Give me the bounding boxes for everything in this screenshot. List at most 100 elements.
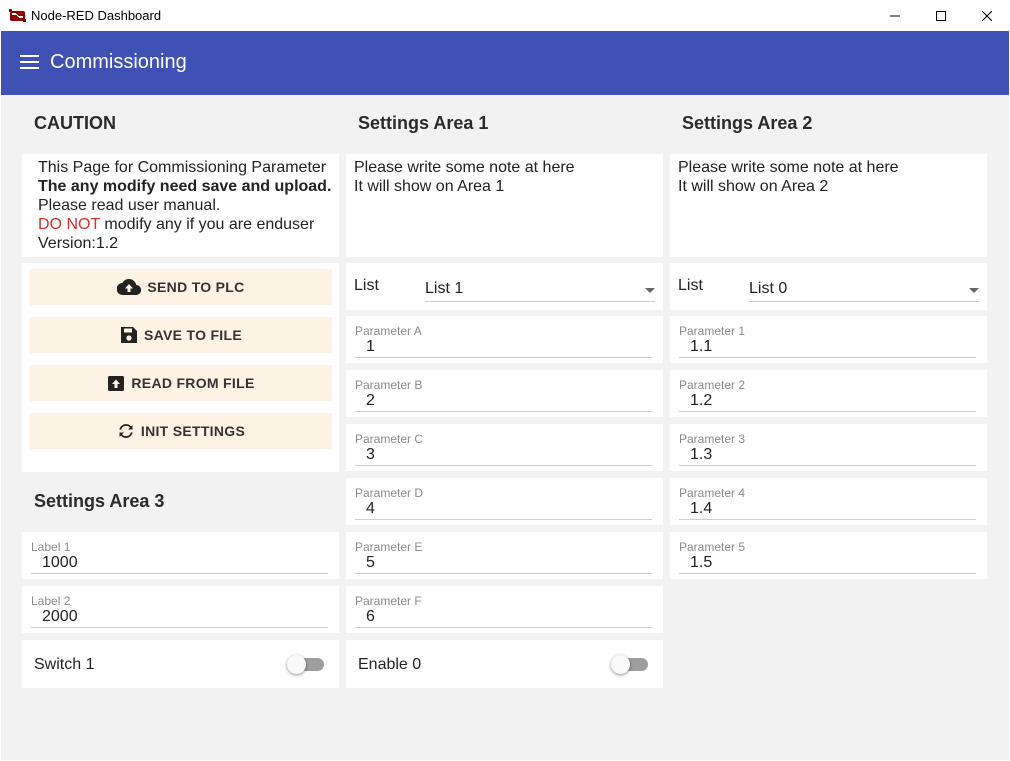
node-red-logo-icon bbox=[9, 9, 26, 22]
area-1-list-value[interactable]: List 1 bbox=[425, 280, 463, 298]
area-2-note: Please write some note at here It will s… bbox=[670, 154, 987, 196]
parameter-field[interactable]: Parameter A1 bbox=[346, 316, 663, 363]
parameter-label: Parameter 1 bbox=[679, 324, 746, 338]
parameter-label: Parameter F bbox=[355, 594, 422, 608]
settings-area-2-title: Settings Area 2 bbox=[682, 113, 813, 133]
parameter-value[interactable]: 1.2 bbox=[690, 392, 712, 410]
label-1-field[interactable]: Label 1 1000 bbox=[22, 532, 339, 579]
dashboard-toolbar: Commissioning bbox=[1, 31, 1009, 95]
area-1-list-underline bbox=[425, 301, 655, 302]
caution-line-1: This Page for Commissioning Parameter bbox=[38, 159, 327, 176]
area-2-list-dropdown[interactable]: List List 0 bbox=[670, 263, 987, 310]
init-settings-button[interactable]: INIT SETTINGS bbox=[30, 413, 332, 449]
cloud-upload-icon bbox=[117, 278, 142, 296]
label-2-value[interactable]: 2000 bbox=[42, 608, 78, 626]
minimize-icon bbox=[890, 15, 900, 16]
hamburger-menu-icon[interactable] bbox=[20, 55, 39, 71]
save-to-file-button[interactable]: SAVE TO FILE bbox=[30, 317, 332, 353]
label-1-value[interactable]: 1000 bbox=[42, 554, 78, 572]
save-floppy-icon bbox=[121, 327, 137, 343]
close-button[interactable] bbox=[964, 0, 1010, 31]
parameter-value[interactable]: 1.3 bbox=[690, 446, 712, 464]
enable-0-row: Enable 0 bbox=[346, 640, 663, 688]
parameter-field[interactable]: Parameter E5 bbox=[346, 532, 663, 579]
dropdown-arrow-icon[interactable] bbox=[645, 288, 655, 293]
settings-area-1-title: Settings Area 1 bbox=[358, 113, 489, 133]
area-1-note: Please write some note at here It will s… bbox=[346, 154, 663, 196]
label-2-field[interactable]: Label 2 2000 bbox=[22, 586, 339, 633]
dashboard-content: CAUTION This Page for Commissioning Para… bbox=[1, 95, 1009, 760]
parameter-underline bbox=[355, 519, 652, 520]
parameter-value[interactable]: 4 bbox=[366, 500, 375, 518]
refresh-icon bbox=[119, 424, 133, 438]
parameter-underline bbox=[355, 465, 652, 466]
switch-1-toggle[interactable] bbox=[287, 654, 325, 674]
parameter-field[interactable]: Parameter B2 bbox=[346, 370, 663, 417]
label-1-underline bbox=[31, 573, 328, 574]
parameter-field[interactable]: Parameter 1 1.1 bbox=[670, 316, 987, 363]
parameter-field[interactable]: Parameter 4 1.4 bbox=[670, 478, 987, 525]
area-1-note-line-1: Please write some note at here bbox=[354, 159, 575, 176]
parameter-value[interactable]: 5 bbox=[366, 554, 375, 572]
window-titlebar: Node-RED Dashboard bbox=[0, 0, 1010, 31]
upload-archive-icon bbox=[108, 376, 125, 391]
enable-0-label: Enable 0 bbox=[358, 656, 422, 673]
parameter-field[interactable]: Parameter 5 1.5 bbox=[670, 532, 987, 579]
parameter-value[interactable]: 1.4 bbox=[690, 500, 712, 518]
area-2-list-underline bbox=[749, 301, 979, 302]
maximize-icon bbox=[936, 10, 946, 21]
label-1-caption: Label 1 bbox=[31, 540, 71, 554]
area-1-note-card: Please write some note at here It will s… bbox=[346, 154, 663, 257]
parameter-label: Parameter 4 bbox=[679, 486, 746, 500]
parameter-value[interactable]: 1.1 bbox=[690, 338, 712, 356]
parameter-value[interactable]: 1.5 bbox=[690, 554, 712, 572]
parameter-value[interactable]: 2 bbox=[366, 392, 375, 410]
parameter-label: Parameter B bbox=[355, 378, 423, 392]
page-title: Commissioning bbox=[50, 51, 187, 73]
caution-text: This Page for Commissioning Parameter Th… bbox=[22, 154, 339, 253]
enable-0-toggle[interactable] bbox=[611, 654, 649, 674]
caution-line-4: DO NOT modify any if you are enduser bbox=[38, 215, 339, 234]
enable-0-thumb bbox=[611, 655, 630, 674]
switch-1-label: Switch 1 bbox=[34, 656, 95, 673]
area-1-list-dropdown[interactable]: List List 1 bbox=[346, 263, 663, 310]
area-2-note-line-2: It will show on Area 2 bbox=[678, 178, 829, 195]
send-to-plc-label: SEND TO PLC bbox=[147, 279, 245, 295]
area-2-list-label: List bbox=[678, 277, 703, 294]
parameter-field[interactable]: Parameter 2 1.2 bbox=[670, 370, 987, 417]
parameter-label: Parameter E bbox=[355, 540, 423, 554]
area-2-list-value[interactable]: List 0 bbox=[749, 280, 787, 298]
caution-version: Version:1.2 bbox=[38, 235, 119, 252]
minimize-button[interactable] bbox=[872, 0, 918, 31]
area-2-note-line-1: Please write some note at here bbox=[678, 159, 899, 176]
dropdown-arrow-icon[interactable] bbox=[969, 288, 979, 293]
read-from-file-label: READ FROM FILE bbox=[131, 375, 255, 391]
parameter-field[interactable]: Parameter C3 bbox=[346, 424, 663, 471]
send-to-plc-button[interactable]: SEND TO PLC bbox=[30, 269, 332, 305]
parameter-underline bbox=[355, 411, 652, 412]
parameter-value[interactable]: 1 bbox=[366, 338, 375, 356]
parameter-value[interactable]: 6 bbox=[366, 608, 375, 626]
area-1-note-line-2: It will show on Area 1 bbox=[354, 178, 505, 195]
parameter-underline bbox=[355, 627, 652, 628]
switch-1-row: Switch 1 bbox=[22, 640, 339, 688]
switch-1-thumb bbox=[287, 655, 306, 674]
init-settings-label: INIT SETTINGS bbox=[140, 423, 246, 439]
parameter-underline bbox=[679, 573, 976, 574]
settings-area-3-title: Settings Area 3 bbox=[34, 491, 165, 511]
area-2-note-card: Please write some note at here It will s… bbox=[670, 154, 987, 257]
parameter-field[interactable]: Parameter F6 bbox=[346, 586, 663, 633]
label-2-underline bbox=[31, 627, 328, 628]
parameter-field[interactable]: Parameter 3 1.3 bbox=[670, 424, 987, 471]
parameter-value[interactable]: 3 bbox=[366, 446, 375, 464]
parameter-label: Parameter D bbox=[355, 486, 424, 500]
read-from-file-button[interactable]: READ FROM FILE bbox=[30, 365, 332, 401]
parameter-underline bbox=[679, 357, 976, 358]
do-not-warning: DO NOT bbox=[38, 216, 100, 233]
parameter-field[interactable]: Parameter D4 bbox=[346, 478, 663, 525]
save-to-file-label: SAVE TO FILE bbox=[144, 327, 242, 343]
maximize-button[interactable] bbox=[918, 0, 964, 31]
window-title: Node-RED Dashboard bbox=[31, 8, 162, 23]
caution-group-title: CAUTION bbox=[34, 113, 116, 133]
caution-line-4-rest: modify any if you are enduser bbox=[99, 216, 315, 233]
